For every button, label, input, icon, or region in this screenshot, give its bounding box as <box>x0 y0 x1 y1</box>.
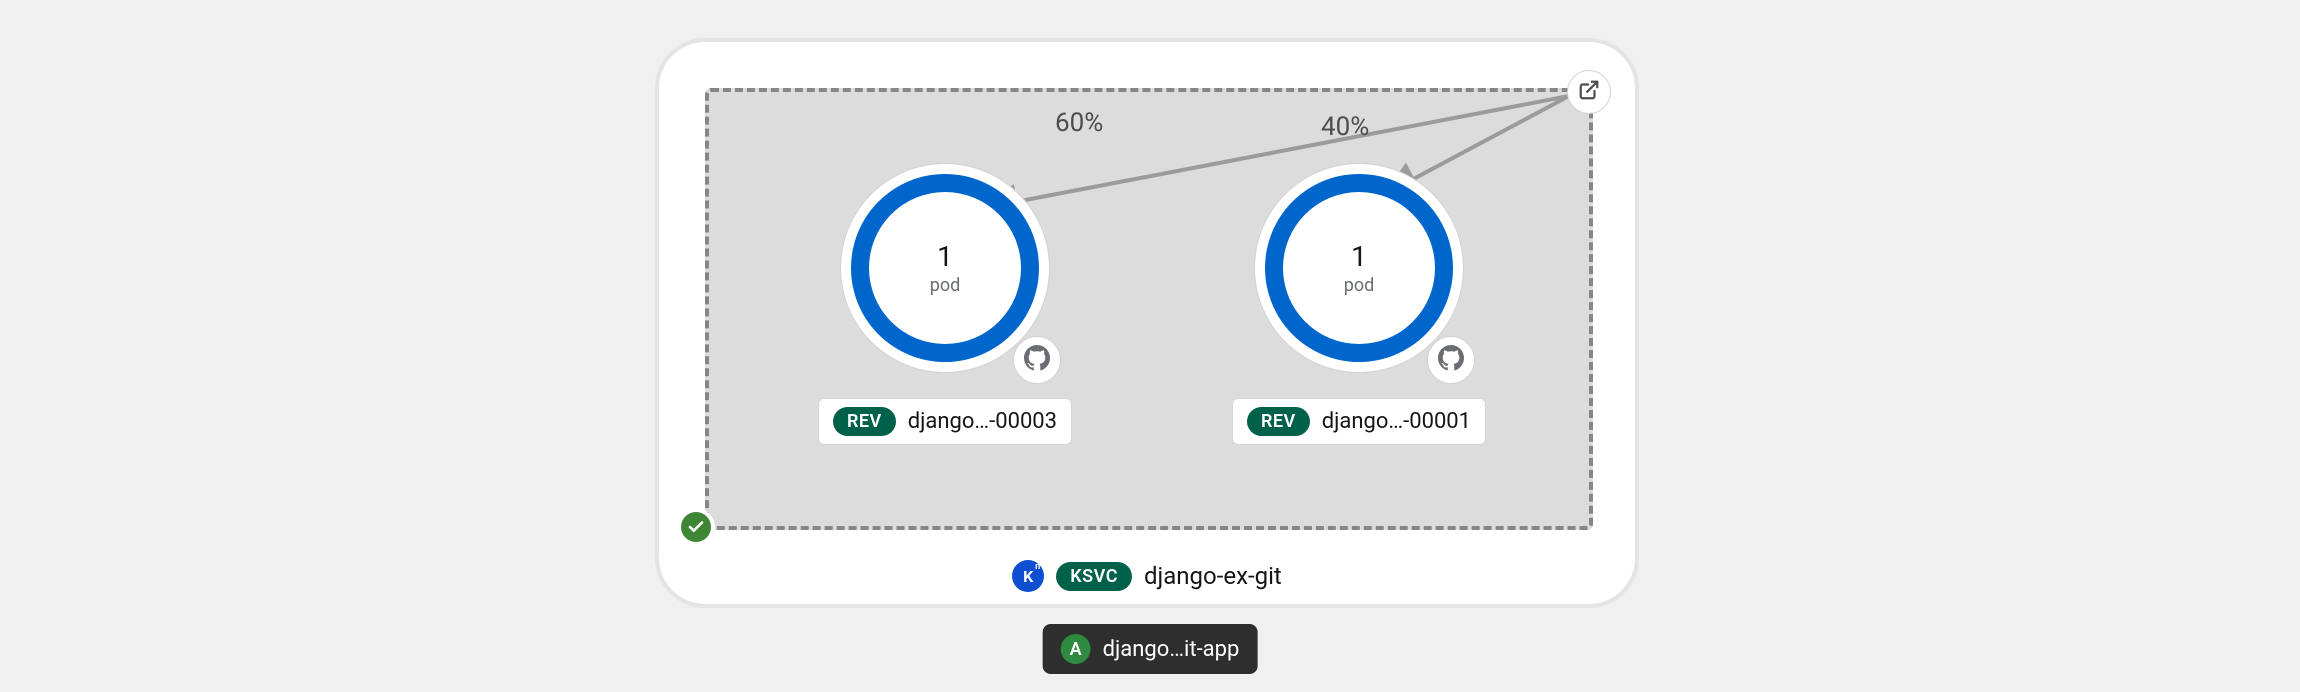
service-kind-badge: KSVC <box>1056 562 1132 591</box>
github-icon <box>1024 345 1050 375</box>
pod-ring[interactable]: 1 pod <box>841 164 1049 372</box>
revision-label-row[interactable]: REV django…-00003 <box>818 398 1072 445</box>
external-link-icon <box>1578 79 1600 105</box>
status-indicator <box>677 508 715 546</box>
application-pill[interactable]: A django…it-app <box>1043 624 1258 674</box>
revisions-group: 60% 40% 1 pod <box>705 88 1593 530</box>
open-url-button[interactable] <box>1567 70 1611 114</box>
source-button[interactable] <box>1013 336 1061 384</box>
topology-stage: 60% 40% 1 pod <box>0 0 2300 692</box>
knative-icon: Kn <box>1012 560 1044 592</box>
pod-count: 1 <box>1351 240 1367 273</box>
check-circle-icon <box>681 512 711 542</box>
revision-node[interactable]: 1 pod REV django…-00001 <box>1209 164 1509 445</box>
service-panel[interactable]: 60% 40% 1 pod <box>655 38 1639 608</box>
revision-label-row[interactable]: REV django…-00001 <box>1232 398 1486 445</box>
application-name: django…it-app <box>1103 637 1240 662</box>
service-label-row[interactable]: Kn KSVC django-ex-git <box>659 560 1635 592</box>
revision-name: django…-00003 <box>908 409 1057 434</box>
pod-ring[interactable]: 1 pod <box>1255 164 1463 372</box>
pod-label: pod <box>1344 275 1375 296</box>
traffic-percent-right: 40% <box>1321 112 1369 142</box>
pod-label: pod <box>930 275 961 296</box>
application-letter-icon: A <box>1061 634 1091 664</box>
traffic-percent-left: 60% <box>1055 108 1103 138</box>
revision-kind-badge: REV <box>833 407 896 436</box>
pod-count: 1 <box>937 240 953 273</box>
revision-kind-badge: REV <box>1247 407 1310 436</box>
revision-node[interactable]: 1 pod REV django…-00003 <box>795 164 1095 445</box>
service-name: django-ex-git <box>1144 562 1282 590</box>
revision-name: django…-00001 <box>1322 409 1471 434</box>
github-icon <box>1438 345 1464 375</box>
source-button[interactable] <box>1427 336 1475 384</box>
